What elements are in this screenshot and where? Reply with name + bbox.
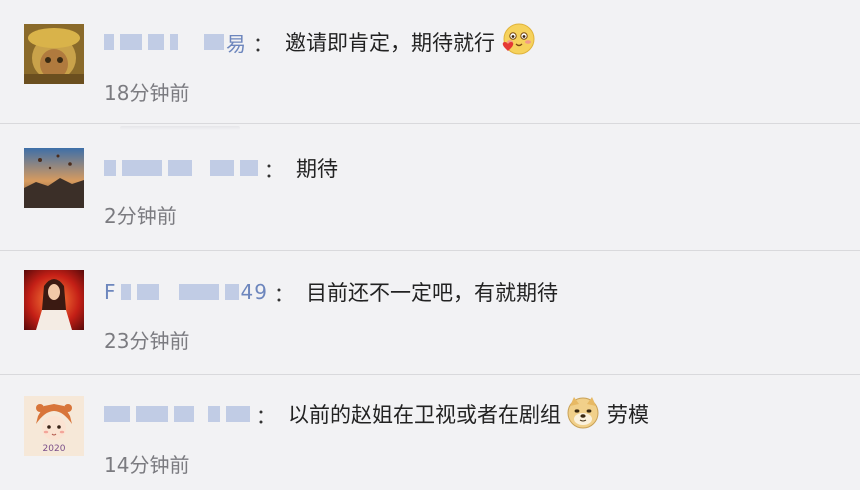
comment-list: 易 ： 邀请即肯定，期待就行 18分钟前 ： 期待 2分钟前 F 49 ： 目前… xyxy=(0,0,860,490)
username-link[interactable]: F 49 xyxy=(104,280,268,304)
username-tail: 49 xyxy=(240,280,268,304)
avatar[interactable] xyxy=(24,270,84,330)
redaction-block xyxy=(122,160,162,176)
redaction-block xyxy=(224,284,239,300)
redaction-block xyxy=(204,34,224,50)
doge-emoji-icon xyxy=(565,394,601,434)
comment-time: 23分钟前 xyxy=(104,329,190,353)
comment-item: 易 ： 邀请即肯定，期待就行 18分钟前 xyxy=(0,0,860,124)
comment-time: 2分钟前 xyxy=(104,204,177,228)
redaction-block xyxy=(240,160,258,176)
colon: ： xyxy=(273,281,294,306)
redaction-block xyxy=(210,160,234,176)
comment-time: 18分钟前 xyxy=(104,81,190,105)
redaction-block xyxy=(120,284,131,300)
redaction-block xyxy=(104,406,130,422)
redaction-block xyxy=(226,406,250,422)
avatar-image xyxy=(24,148,84,208)
avatar-image xyxy=(24,270,84,330)
redaction-block xyxy=(120,34,142,50)
username-tail: 易 xyxy=(226,31,247,56)
redaction-block xyxy=(136,406,168,422)
comment-item: ： 期待 2分钟前 xyxy=(0,127,860,251)
avatar-image: 2020 xyxy=(24,396,84,456)
avatar[interactable] xyxy=(24,148,84,208)
redaction-block xyxy=(170,34,178,50)
comment-item: 2020 ： 以前的赵姐在卫视或者在剧组 劳模 14分钟前 xyxy=(0,375,860,490)
comment-time: 14分钟前 xyxy=(104,453,190,477)
redaction-block xyxy=(136,284,159,300)
avatar[interactable] xyxy=(24,24,84,84)
redaction-block xyxy=(148,34,164,50)
colon: ： xyxy=(264,157,284,182)
avatar-image xyxy=(24,24,84,84)
comment-line: ： 期待 xyxy=(104,153,338,183)
comment-text-after: 劳模 xyxy=(607,403,649,427)
avatar[interactable]: 2020 xyxy=(24,396,84,456)
redaction-block xyxy=(208,406,220,422)
comment-text: 期待 xyxy=(296,157,338,181)
colon: ： xyxy=(253,31,273,56)
username-link[interactable]: 易 xyxy=(104,28,247,57)
comment-item: F 49 ： 目前还不一定吧，有就期待 23分钟前 xyxy=(0,251,860,375)
username-link[interactable] xyxy=(104,160,258,176)
svg-text:2020: 2020 xyxy=(43,444,66,454)
redaction-block xyxy=(174,406,194,422)
comment-text: 邀请即肯定，期待就行 xyxy=(285,31,495,55)
redaction-block xyxy=(178,284,219,300)
username-link[interactable] xyxy=(104,406,250,422)
comment-line: F 49 ： 目前还不一定吧，有就期待 xyxy=(104,277,558,307)
redaction-block xyxy=(104,34,114,50)
colon: ： xyxy=(256,403,276,428)
comment-line: 易 ： 邀请即肯定，期待就行 xyxy=(104,23,537,57)
username-head: F xyxy=(104,280,117,304)
comment-text: 目前还不一定吧，有就期待 xyxy=(305,281,558,305)
redaction-block xyxy=(168,160,192,176)
blush-heart-emoji-icon xyxy=(499,21,537,63)
comment-text: 以前的赵姐在卫视或者在剧组 xyxy=(288,403,561,427)
redaction-block xyxy=(104,160,116,176)
comment-line: ： 以前的赵姐在卫视或者在剧组 劳模 xyxy=(104,397,649,429)
divider-shadow xyxy=(120,126,240,130)
